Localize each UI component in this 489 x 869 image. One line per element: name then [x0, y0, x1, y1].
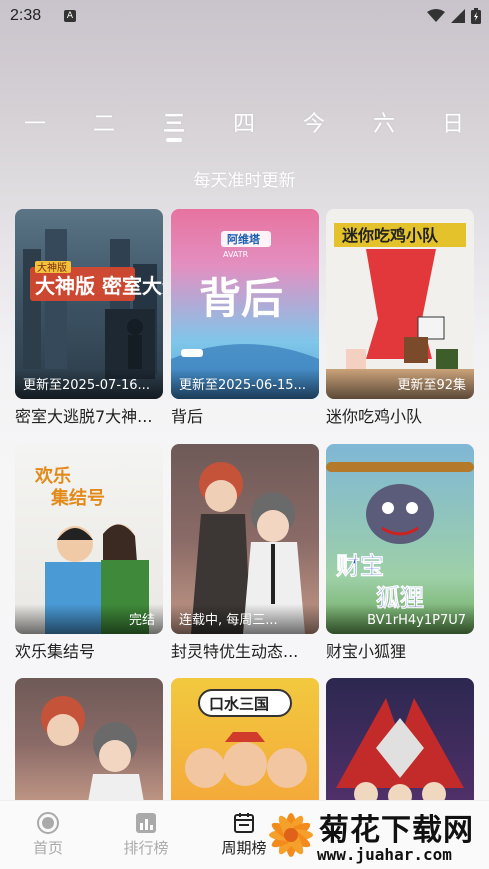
- status-right: [427, 8, 481, 24]
- tab-day-today[interactable]: 今: [294, 106, 334, 138]
- poster-image[interactable]: 阿维塔 AVATR 背后 更新至2025-06-15...: [171, 209, 319, 399]
- poster-image[interactable]: 大神版 大神版 密室大逃脱 更新至2025-07-16...: [15, 209, 163, 399]
- flower-logo-icon: [269, 813, 313, 857]
- poster-image[interactable]: [326, 678, 474, 808]
- anime-card[interactable]: 阿维塔 AVATR 背后 更新至2025-06-15... 背后: [171, 209, 319, 427]
- update-subtitle: 每天准时更新: [193, 171, 296, 191]
- chart-icon: [136, 813, 156, 833]
- home-icon: [37, 812, 59, 834]
- svg-text:AVATR: AVATR: [223, 250, 249, 259]
- svg-text:财宝: 财宝: [336, 552, 384, 580]
- anime-card[interactable]: [15, 678, 163, 808]
- wifi-icon: [427, 9, 445, 22]
- anime-card[interactable]: 迷你吃鸡小队 更新至92集 迷你吃鸡小队: [326, 209, 474, 427]
- tab-ranking-label: 排行榜: [123, 839, 169, 857]
- tab-day-2[interactable]: 二: [84, 106, 124, 138]
- update-badge: 连载中, 每周三...: [171, 604, 319, 634]
- update-badge: 更新至92集: [326, 369, 474, 399]
- site-watermark: 菊花下载网 www.juahar.com: [259, 801, 489, 869]
- update-badge: 更新至2025-07-16...: [15, 369, 163, 399]
- tab-home-label: 首页: [32, 839, 63, 857]
- notification-icon: A: [64, 10, 76, 22]
- poster-image[interactable]: 口水三国: [171, 678, 319, 808]
- svg-text:大神版: 大神版: [37, 261, 67, 274]
- anime-title[interactable]: 背后: [171, 403, 319, 427]
- poster-image[interactable]: 欢乐 集结号 完结: [15, 444, 163, 634]
- calendar-icon: [234, 813, 254, 833]
- tab-home[interactable]: 首页: [8, 811, 88, 858]
- update-badge: 更新至2025-06-15...: [171, 369, 319, 399]
- anime-card[interactable]: 口水三国: [171, 678, 319, 808]
- anime-card[interactable]: 大神版 大神版 密室大逃脱 更新至2025-07-16... 密室大逃脱7大神.…: [15, 209, 163, 427]
- weekday-tabs: 一 二 三 四 今 六 日: [0, 106, 489, 150]
- anime-card[interactable]: 连载中, 每周三... 封灵特优生动态...: [171, 444, 319, 662]
- anime-title[interactable]: 迷你吃鸡小队: [326, 403, 474, 427]
- update-badge: 完结: [15, 604, 163, 634]
- anime-card[interactable]: [326, 678, 474, 808]
- tab-day-7[interactable]: 日: [433, 106, 473, 138]
- svg-text:背后: 背后: [199, 274, 283, 323]
- watermark-title: 菊花下载网: [319, 813, 474, 848]
- signal-icon: [451, 9, 465, 23]
- svg-text:阿维塔: 阿维塔: [227, 232, 261, 246]
- poster-image[interactable]: [15, 678, 163, 808]
- status-time: 2:38: [10, 7, 42, 24]
- anime-card[interactable]: 欢乐 集结号 完结 欢乐集结号: [15, 444, 163, 662]
- active-tab-indicator: [166, 138, 182, 142]
- anime-title[interactable]: 欢乐集结号: [15, 638, 163, 662]
- poster-art: 口水三国: [185, 689, 307, 788]
- battery-icon: [471, 8, 481, 24]
- tab-day-6[interactable]: 六: [364, 106, 404, 138]
- anime-title[interactable]: 密室大逃脱7大神...: [15, 403, 163, 427]
- update-badge: BV1rH4y1P7U7: [326, 604, 474, 634]
- anime-title[interactable]: 财宝小狐狸: [326, 638, 474, 662]
- svg-text:迷你吃鸡小队: 迷你吃鸡小队: [341, 226, 439, 245]
- poster-art: [336, 698, 464, 808]
- tab-day-1[interactable]: 一: [15, 106, 55, 138]
- status-bar: 2:38 A: [0, 0, 489, 34]
- svg-text:大神版 密室大逃脱: 大神版 密室大逃脱: [35, 274, 163, 298]
- tab-day-4[interactable]: 四: [224, 106, 264, 138]
- tab-day-3[interactable]: 三: [154, 106, 194, 142]
- svg-text:欢乐: 欢乐: [34, 466, 71, 487]
- tab-ranking[interactable]: 排行榜: [106, 811, 186, 858]
- watermark-url: www.juahar.com: [317, 845, 452, 864]
- poster-image[interactable]: 财宝 狐狸 BV1rH4y1P7U7: [326, 444, 474, 634]
- svg-text:集结号: 集结号: [50, 487, 105, 509]
- poster-image[interactable]: 连载中, 每周三...: [171, 444, 319, 634]
- anime-card[interactable]: 财宝 狐狸 BV1rH4y1P7U7 财宝小狐狸: [326, 444, 474, 662]
- svg-text:口水三国: 口水三国: [209, 695, 269, 713]
- poster-art: [41, 696, 145, 808]
- anime-title[interactable]: 封灵特优生动态...: [171, 638, 319, 662]
- poster-image[interactable]: 迷你吃鸡小队 更新至92集: [326, 209, 474, 399]
